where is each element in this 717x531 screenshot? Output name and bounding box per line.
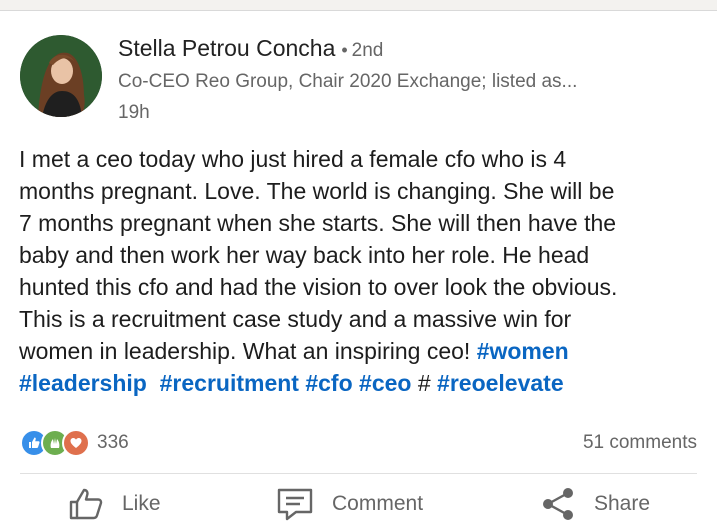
share-label: Share: [594, 492, 651, 515]
post-text-line: I met a ceo today who just hired a femal…: [19, 146, 567, 172]
hashtag-recruitment[interactable]: #recruitment: [160, 370, 299, 396]
separator-dot: •: [341, 40, 348, 60]
author-headline: Co-CEO Reo Group, Chair 2020 Exchange; l…: [118, 71, 578, 92]
comment-button[interactable]: Comment: [276, 487, 423, 521]
reactions-summary[interactable]: 336: [20, 429, 129, 457]
post-text-line: hunted this cfo and had the vision to ov…: [19, 274, 618, 300]
hashtag-leadership[interactable]: #leadership: [19, 370, 147, 396]
comment-label: Comment: [332, 492, 424, 515]
hashtag-ceo[interactable]: #ceo: [359, 370, 411, 396]
connection-degree: 2nd: [351, 40, 384, 61]
author-avatar[interactable]: [20, 35, 102, 117]
like-button[interactable]: Like: [68, 487, 161, 521]
divider: [20, 473, 697, 474]
hashtag-line: #leadership #recruitment #cfo #ceo # #re…: [19, 367, 709, 399]
comment-count-link[interactable]: 51 comments: [583, 432, 697, 454]
post-text-line: 7 months pregnant when she starts. She w…: [19, 210, 617, 236]
author-name[interactable]: Stella Petrou Concha: [118, 35, 335, 62]
hashtag-reoelevate[interactable]: #reoelevate: [437, 370, 564, 396]
like-label: Like: [122, 492, 161, 515]
author-row: Stella Petrou Concha • 2nd: [118, 35, 383, 65]
post-text-line: months pregnant. Love. The world is chan…: [19, 178, 615, 204]
share-icon: [543, 488, 573, 520]
post-text-line: This is a recruitment case study and a m…: [19, 306, 572, 332]
hashtag-cfo[interactable]: #cfo: [305, 370, 352, 396]
thumbs-up-icon: [69, 488, 103, 520]
comment-icon: [277, 488, 313, 521]
post-text-line: baby and then work her way back into her…: [19, 242, 590, 268]
post-text-line-with-tag: women in leadership. What an inspiring c…: [19, 335, 709, 367]
post-text-line: women in leadership. What an inspiring c…: [19, 338, 477, 364]
hashtag-women[interactable]: #women: [477, 338, 569, 364]
reaction-count: 336: [97, 432, 129, 453]
hash-symbol: #: [417, 370, 431, 396]
love-icon: [62, 429, 90, 457]
post-timestamp: 19h: [118, 102, 150, 123]
share-button[interactable]: Share: [540, 487, 650, 521]
feed-post-card: Stella Petrou Concha • 2nd Co-CEO Reo Gr…: [0, 10, 717, 531]
post-body: I met a ceo today who just hired a femal…: [19, 143, 709, 399]
